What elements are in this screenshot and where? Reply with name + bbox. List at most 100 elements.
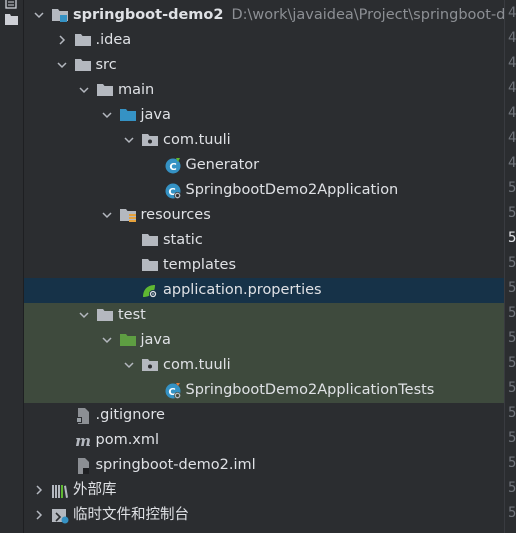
tree-row[interactable]: resources: [24, 203, 504, 228]
tree-row[interactable]: m pom.xml: [24, 428, 504, 453]
tree-item-label: resources: [140, 207, 211, 223]
chevron-down-icon[interactable]: [100, 108, 114, 122]
folder-icon: [141, 232, 159, 248]
tree-item-label: test: [118, 307, 146, 323]
tree-item-label: pom.xml: [95, 432, 160, 448]
tree-row[interactable]: springboot-demo2 D:\work\javaidea\Project…: [24, 3, 504, 28]
tree-item-label: main: [118, 82, 155, 98]
line-number: 5: [508, 480, 516, 496]
project-tree[interactable]: springboot-demo2 D:\work\javaidea\Project…: [24, 0, 504, 533]
tree-row[interactable]: test: [24, 303, 504, 328]
line-number: 4: [508, 55, 516, 71]
source-folder-icon: [119, 107, 137, 123]
external-libraries-icon: [51, 482, 69, 498]
package-icon: [141, 132, 159, 148]
line-number: 5: [508, 180, 516, 196]
tree-item-label: 临时文件和控制台: [73, 507, 189, 523]
chevron-down-icon[interactable]: [122, 133, 136, 147]
tree-row[interactable]: C Generator: [24, 153, 504, 178]
chevron-down-icon[interactable]: [100, 208, 114, 222]
tree-row[interactable]: main: [24, 78, 504, 103]
line-number: 5: [508, 380, 516, 396]
tree-item-label: .idea: [95, 32, 132, 48]
tree-row[interactable]: java: [24, 328, 504, 353]
tree-row[interactable]: C SpringbootDemo2ApplicationTests: [24, 378, 504, 403]
chevron-right-icon[interactable]: [32, 508, 46, 522]
left-tool-strip: [0, 0, 24, 533]
line-number: 4: [508, 5, 516, 21]
file-icon[interactable]: [4, 0, 19, 11]
scratches-icon: [51, 507, 69, 524]
tree-row[interactable]: templates: [24, 253, 504, 278]
chevron-down-icon[interactable]: [55, 58, 69, 72]
line-number: 4: [508, 130, 516, 146]
project-path: D:\work\javaidea\Project\springboot-d: [231, 7, 504, 23]
line-number: 4: [508, 155, 516, 171]
folder-icon: [96, 307, 114, 323]
folder-icon: [74, 57, 92, 73]
tree-item-label: application.properties: [163, 282, 322, 298]
gitignore-icon: [74, 407, 92, 424]
tree-item-label: 外部库: [73, 482, 117, 498]
tree-item-label: com.tuuli: [163, 132, 231, 148]
tree-row[interactable]: 临时文件和控制台: [24, 503, 504, 528]
line-number: 5: [508, 255, 516, 271]
line-number: 5: [508, 230, 516, 246]
line-number: 5: [508, 355, 516, 371]
tree-item-label: .gitignore: [95, 407, 165, 423]
line-number: 4: [508, 30, 516, 46]
tree-row[interactable]: com.tuuli: [24, 128, 504, 153]
line-number: 5: [508, 205, 516, 221]
tree-row[interactable]: src: [24, 53, 504, 78]
iml-file-icon: [74, 457, 92, 474]
spring-test-class-icon: C: [164, 382, 182, 399]
svg-text:m: m: [75, 432, 91, 450]
tree-row[interactable]: java: [24, 103, 504, 128]
chevron-down-icon[interactable]: [32, 8, 46, 22]
project-tool-window: springboot-demo2 D:\work\javaidea\Project…: [0, 0, 516, 533]
tree-item-label: static: [163, 232, 203, 248]
folder-icon[interactable]: [4, 11, 19, 25]
spring-properties-icon: [141, 282, 159, 298]
tree-item-label: templates: [163, 257, 237, 273]
tree-item-label: com.tuuli: [163, 357, 231, 373]
line-number: 5: [508, 455, 516, 471]
line-number-gutter: 4 4 4 4 4 4 4 5 5 5 5 5 5 5 5 5 5 5 5 5 5: [504, 0, 516, 533]
tree-row[interactable]: application.properties: [24, 278, 504, 303]
tree-item-label: springboot-demo2 D:\work\javaidea\Project…: [73, 7, 504, 23]
tree-row[interactable]: springboot-demo2.iml: [24, 453, 504, 478]
folder-icon: [74, 32, 92, 48]
tree-item-label: src: [95, 57, 117, 73]
tree-row[interactable]: .gitignore: [24, 403, 504, 428]
tree-row[interactable]: .idea: [24, 28, 504, 53]
tree-item-label: springboot-demo2.iml: [95, 457, 256, 473]
line-number: 5: [508, 430, 516, 446]
resources-folder-icon: [119, 207, 137, 223]
line-number: 5: [508, 505, 516, 521]
line-number: 5: [508, 330, 516, 346]
chevron-right-icon[interactable]: [32, 483, 46, 497]
tree-row[interactable]: static: [24, 228, 504, 253]
tree-row[interactable]: com.tuuli: [24, 353, 504, 378]
line-number: 4: [508, 80, 516, 96]
test-source-folder-icon: [119, 332, 137, 348]
tree-item-label: java: [140, 332, 171, 348]
package-icon: [141, 357, 159, 373]
line-number: 4: [508, 105, 516, 121]
chevron-right-icon[interactable]: [55, 33, 69, 47]
svg-text:C: C: [169, 162, 176, 173]
chevron-down-icon[interactable]: [100, 333, 114, 347]
tree-row[interactable]: 外部库: [24, 478, 504, 503]
line-number: 5: [508, 405, 516, 421]
chevron-down-icon[interactable]: [77, 308, 91, 322]
tree-item-label: java: [140, 107, 171, 123]
line-number: 5: [508, 280, 516, 296]
module-folder-icon: [51, 7, 69, 23]
line-number: 5: [508, 305, 516, 321]
folder-icon: [141, 257, 159, 273]
chevron-down-icon[interactable]: [77, 83, 91, 97]
spring-boot-class-icon: C: [164, 182, 182, 199]
maven-icon: m: [74, 432, 92, 450]
tree-row[interactable]: C SpringbootDemo2Application: [24, 178, 504, 203]
chevron-down-icon[interactable]: [122, 358, 136, 372]
